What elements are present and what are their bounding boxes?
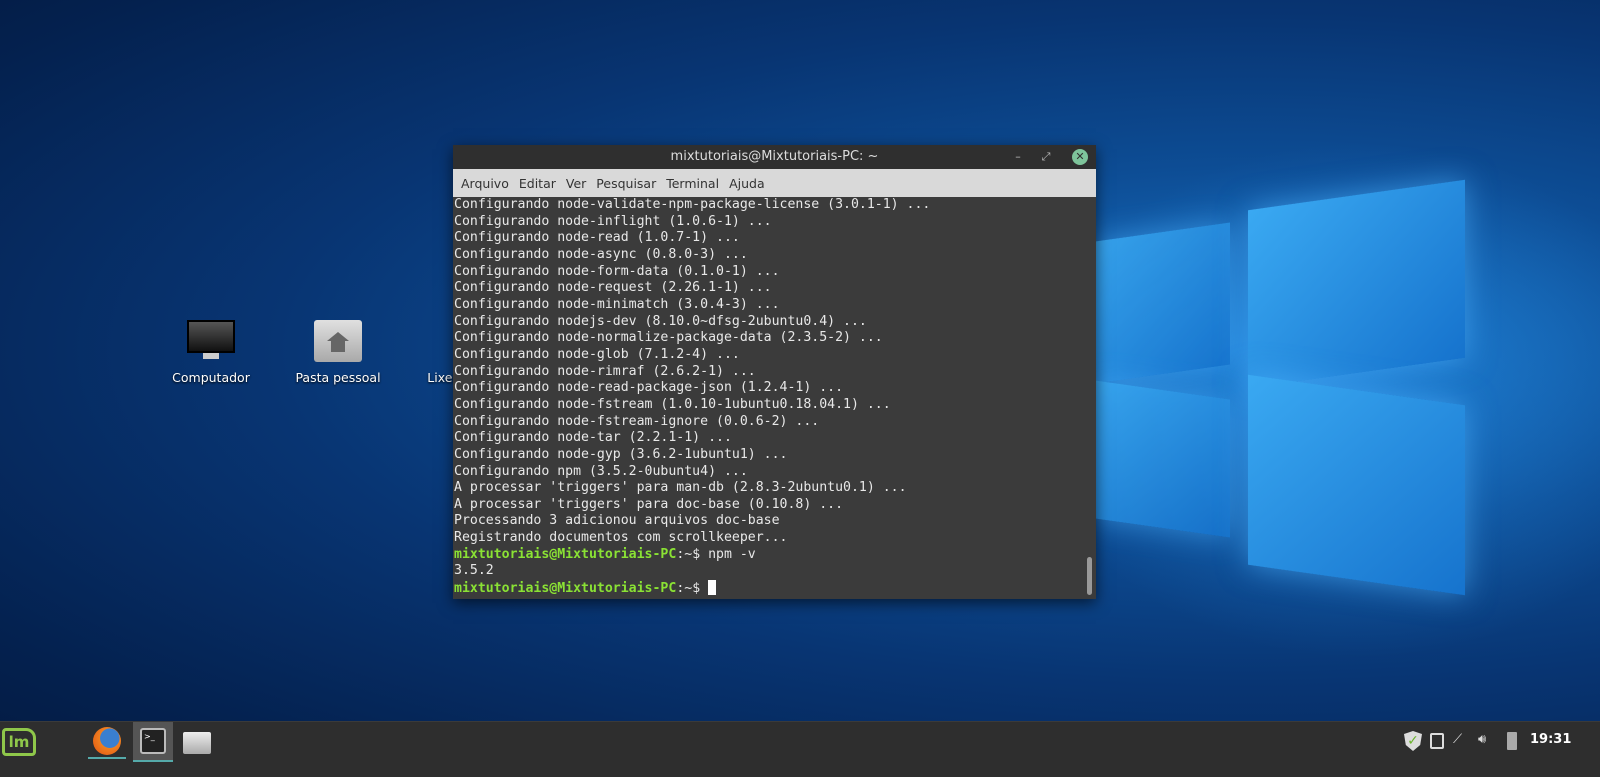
command: npm -v (708, 546, 756, 562)
output-line: Configurando node-request (2.26.1-1) ... (454, 280, 772, 296)
output-line: Registrando documentos com scrollkeeper.… (454, 530, 788, 546)
cursor (708, 580, 717, 596)
monitor-icon (187, 320, 235, 362)
output-line: Configurando node-minimatch (3.0.4-3) ..… (454, 296, 780, 312)
linux-mint-logo-icon: lm (2, 728, 36, 756)
output-line: Configurando node-validate-npm-package-l… (454, 197, 931, 212)
prompt: mixtutoriais@Mixtutoriais-PC (454, 581, 677, 597)
output-line: Configurando npm (3.5.2-0ubuntu4) ... (454, 463, 748, 479)
prompt-suffix: :~$ (676, 581, 709, 597)
output-line: Configurando node-fstream-ignore (0.0.6-… (454, 413, 820, 429)
clock[interactable]: 19:31 (1530, 732, 1571, 747)
output-line: Configurando node-gyp (3.6.2-1ubuntu1) .… (454, 446, 788, 462)
output-line: Configurando node-rimraf (2.6.2-1) ... (454, 363, 756, 379)
maximize-button[interactable]: ⤢ (1038, 149, 1054, 165)
firefox-icon (93, 727, 121, 755)
output-line: Processando 3 adicionou arquivos doc-bas… (454, 513, 780, 529)
prompt: mixtutoriais@Mixtutoriais-PC (454, 546, 677, 562)
mint-menu-button[interactable]: lm (2, 728, 38, 760)
menu-arquivo[interactable]: Arquivo (456, 176, 514, 191)
output-line: Configurando node-glob (7.1.2-4) ... (454, 346, 740, 362)
taskbar: lm >_ ✓ ⟋ 🔊︎ 19:31 (0, 721, 1600, 777)
prompt-line: mixtutoriais@Mixtutoriais-PC:~$ npm -v (454, 547, 1096, 564)
folder-icon (183, 732, 211, 754)
menu-bar: Arquivo Editar Ver Pesquisar Terminal Aj… (453, 169, 1096, 197)
volume-icon[interactable]: 🔊︎ (1478, 732, 1486, 747)
terminal-output[interactable]: Configurando node-validate-npm-package-l… (453, 197, 1096, 599)
output-line: Configurando node-read (1.0.7-1) ... (454, 230, 740, 246)
taskbar-firefox[interactable] (88, 725, 126, 759)
terminal-titlebar[interactable]: mixtutoriais@Mixtutoriais-PC: ~ – ⤢ ✕ (453, 145, 1096, 169)
battery-icon[interactable] (1507, 732, 1517, 750)
output-line: Configurando node-fstream (1.0.10-1ubunt… (454, 396, 891, 412)
menu-pesquisar[interactable]: Pesquisar (591, 176, 661, 191)
menu-ver[interactable]: Ver (561, 176, 591, 191)
disk-icon[interactable] (1430, 733, 1444, 749)
minimize-button[interactable]: – (1010, 149, 1026, 165)
prompt-line: mixtutoriais@Mixtutoriais-PC:~$ (454, 580, 1096, 598)
output-line: Configurando node-normalize-package-data… (454, 330, 883, 346)
desktop-icon-label: Computador (172, 370, 250, 385)
taskbar-files[interactable] (180, 728, 214, 758)
shield-update-icon[interactable]: ✓ (1404, 731, 1422, 751)
terminal-icon: >_ (140, 728, 166, 754)
output-line: Configurando node-inflight (1.0.6-1) ... (454, 213, 772, 229)
desktop-icon-home[interactable]: Pasta pessoal (283, 320, 393, 385)
menu-ajuda[interactable]: Ajuda (724, 176, 770, 191)
scrollbar[interactable] (1087, 557, 1092, 595)
terminal-window[interactable]: mixtutoriais@Mixtutoriais-PC: ~ – ⤢ ✕ Ar… (453, 145, 1096, 599)
output-line: Configurando node-tar (2.2.1-1) ... (454, 430, 732, 446)
output-line: Configurando node-async (0.8.0-3) ... (454, 246, 748, 262)
output-line: Configurando node-read-package-json (1.2… (454, 380, 844, 396)
taskbar-terminal[interactable]: >_ (133, 722, 173, 762)
window-title: mixtutoriais@Mixtutoriais-PC: ~ (670, 149, 879, 164)
close-button[interactable]: ✕ (1072, 149, 1088, 165)
command-output: 3.5.2 (454, 563, 494, 579)
home-folder-icon (314, 320, 362, 362)
desktop-icon-computer[interactable]: Computador (156, 320, 266, 385)
output-line: A processar 'triggers' para doc-base (0.… (454, 496, 844, 512)
output-line: Configurando node-form-data (0.1.0-1) ..… (454, 263, 780, 279)
prompt-suffix: :~$ (676, 546, 709, 562)
desktop-icon-label: Pasta pessoal (295, 370, 381, 385)
output-line: A processar 'triggers' para man-db (2.8.… (454, 480, 907, 496)
network-icon[interactable]: ⟋ (1453, 732, 1462, 747)
menu-editar[interactable]: Editar (514, 176, 561, 191)
output-line: Configurando nodejs-dev (8.10.0~dfsg-2ub… (454, 313, 867, 329)
menu-terminal[interactable]: Terminal (661, 176, 724, 191)
